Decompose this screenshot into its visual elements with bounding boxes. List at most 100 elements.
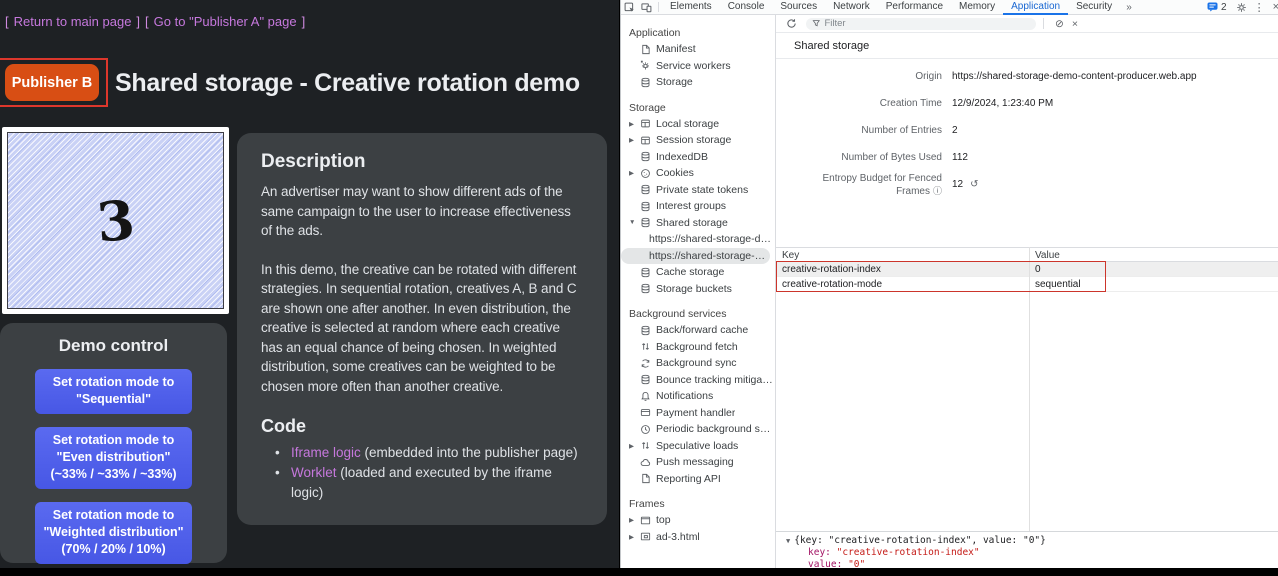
devtools-window: Elements Console Sources Network Perform…: [620, 0, 1278, 568]
service-worker-icon: [639, 60, 651, 72]
tab-elements[interactable]: Elements: [662, 0, 720, 15]
publisher-a-page-link[interactable]: Go to "Publisher A" page: [154, 14, 297, 29]
table-row-creative-rotation-mode[interactable]: creative-rotation-mode sequential: [776, 277, 1278, 292]
twisty-icon[interactable]: ▶: [629, 120, 639, 128]
device-toolbar-icon[interactable]: [640, 1, 653, 14]
sidebar-item-shared-storage-origin-1[interactable]: https://shared-storage-d…: [621, 231, 775, 248]
filter-input[interactable]: [824, 18, 1030, 29]
description-paragraph-2: In this demo, the creative can be rotate…: [261, 260, 583, 397]
sidebar-item-back-forward-cache[interactable]: Back/forward cache: [621, 322, 775, 339]
document-icon: [639, 473, 651, 485]
description-panel: Description An advertiser may want to sh…: [237, 133, 607, 525]
reset-budget-icon[interactable]: ↺: [970, 179, 978, 190]
sidebar-item-private-state-tokens[interactable]: Private state tokens: [621, 182, 775, 199]
twisty-icon[interactable]: ▶: [629, 533, 639, 541]
table-column-divider[interactable]: [1029, 247, 1030, 531]
tab-console[interactable]: Console: [720, 0, 773, 15]
tab-performance[interactable]: Performance: [878, 0, 951, 15]
preview-summary-row: ▼ {key: "creative-rotation-index", value…: [786, 535, 1278, 547]
sidebar-item-notifications[interactable]: Notifications: [621, 388, 775, 405]
worklet-link[interactable]: Worklet: [291, 465, 337, 480]
sidebar-item-frame-top[interactable]: ▶ top: [621, 512, 775, 529]
clock-icon: [639, 423, 651, 435]
menu-dots-icon[interactable]: ⋮: [1250, 1, 1269, 14]
filter-box[interactable]: [806, 18, 1036, 30]
sidebar-item-background-fetch[interactable]: Background fetch: [621, 339, 775, 356]
prop-value: "creative-rotation-index": [837, 547, 980, 558]
button-line: "Even distribution": [39, 449, 188, 466]
sidebar-item-push-messaging[interactable]: Push messaging: [621, 454, 775, 471]
sidebar-item-manifest[interactable]: Manifest: [621, 41, 775, 58]
tabbar-right-cluster: 2 ⋮ ×: [1207, 1, 1278, 14]
prop-name: value:: [808, 559, 842, 568]
meta-label: Origin: [776, 71, 942, 82]
iframe-logic-link[interactable]: Iframe logic: [291, 445, 361, 460]
sidebar-item-shared-storage[interactable]: ▼ Shared storage: [621, 215, 775, 232]
sidebar-item-interest-groups[interactable]: Interest groups: [621, 198, 775, 215]
sidebar-item-speculative-loads[interactable]: ▶ Speculative loads: [621, 438, 775, 455]
sidebar-item-shared-storage-origin-2[interactable]: https://shared-storage-d…: [621, 248, 770, 265]
refresh-icon[interactable]: [784, 17, 798, 31]
twisty-icon[interactable]: ▼: [629, 219, 639, 226]
ad-creative-frame[interactable]: 3: [2, 127, 229, 314]
issues-button[interactable]: 2: [1207, 2, 1227, 13]
demo-control-panel: Demo control Set rotation mode to "Seque…: [0, 323, 227, 563]
twisty-icon[interactable]: ▶: [629, 169, 639, 177]
column-header-key[interactable]: Key: [776, 248, 1029, 261]
delete-selected-icon[interactable]: ×: [1068, 18, 1082, 30]
tab-application[interactable]: Application: [1003, 0, 1068, 15]
set-weighted-distribution-button[interactable]: Set rotation mode to "Weighted distribut…: [35, 502, 192, 564]
issues-count: 2: [1221, 2, 1227, 13]
sidebar-item-local-storage[interactable]: ▶ Local storage: [621, 116, 775, 133]
publisher-page: [ Return to main page ] [ Go to "Publish…: [0, 0, 619, 568]
sidebar-item-service-workers[interactable]: Service workers: [621, 58, 775, 75]
clear-all-icon[interactable]: ⊘: [1051, 18, 1068, 30]
sidebar-item-frame-ad-3[interactable]: ▶ ad-3.html: [621, 529, 775, 546]
database-icon: [639, 266, 651, 278]
table-row-creative-rotation-index[interactable]: creative-rotation-index 0: [776, 262, 1278, 277]
column-header-value[interactable]: Value: [1029, 248, 1278, 261]
tab-security[interactable]: Security: [1068, 0, 1120, 15]
meta-value: 2: [952, 125, 958, 136]
frame-icon: [639, 514, 651, 526]
cookie-icon: [639, 167, 651, 179]
sidebar-item-storage[interactable]: Storage: [621, 74, 775, 91]
cell-key: creative-rotation-mode: [776, 277, 1029, 291]
sidebar-item-cache-storage[interactable]: Cache storage: [621, 264, 775, 281]
set-even-distribution-button[interactable]: Set rotation mode to "Even distribution"…: [35, 427, 192, 489]
sidebar-item-periodic-background-sync[interactable]: Periodic background s…: [621, 421, 775, 438]
sidebar-item-reporting-api[interactable]: Reporting API: [621, 471, 775, 488]
button-line: (70% / 20% / 10%): [39, 541, 188, 558]
close-devtools-icon[interactable]: ×: [1269, 1, 1278, 13]
tab-memory[interactable]: Memory: [951, 0, 1003, 15]
more-tabs-icon[interactable]: »: [1120, 2, 1138, 13]
tab-sources[interactable]: Sources: [772, 0, 825, 15]
sidebar-item-storage-buckets[interactable]: Storage buckets: [621, 281, 775, 298]
sidebar-item-background-sync[interactable]: Background sync: [621, 355, 775, 372]
return-main-page-link[interactable]: Return to main page: [14, 14, 132, 29]
settings-gear-icon[interactable]: [1235, 1, 1248, 14]
cell-value: sequential: [1029, 277, 1278, 291]
button-line: Set rotation mode to: [39, 507, 188, 524]
expand-twisty-icon[interactable]: ▼: [786, 535, 790, 547]
database-icon: [639, 283, 651, 295]
section-header-storage: Storage: [621, 100, 775, 116]
sidebar-item-indexeddb[interactable]: IndexedDB: [621, 149, 775, 166]
entry-preview-pane: ▼ {key: "creative-rotation-index", value…: [776, 531, 1278, 568]
sidebar-item-session-storage[interactable]: ▶ Session storage: [621, 132, 775, 149]
sidebar-item-payment-handler[interactable]: Payment handler: [621, 405, 775, 422]
twisty-icon[interactable]: ▶: [629, 136, 639, 144]
set-sequential-button[interactable]: Set rotation mode to "Sequential": [35, 369, 192, 414]
twisty-icon[interactable]: ▶: [629, 442, 639, 450]
code-title: Code: [261, 416, 583, 437]
document-icon: [639, 43, 651, 55]
meta-label: Number of Entries: [776, 125, 942, 136]
inspect-element-icon[interactable]: [623, 1, 636, 14]
twisty-icon[interactable]: ▶: [629, 516, 639, 524]
tab-network[interactable]: Network: [825, 0, 878, 15]
publisher-b-badge[interactable]: Publisher B: [5, 64, 99, 101]
sidebar-item-bounce-tracking-mitigations[interactable]: Bounce tracking mitiga…: [621, 372, 775, 389]
sidebar-item-cookies[interactable]: ▶ Cookies: [621, 165, 775, 182]
section-header-background-services: Background services: [621, 306, 775, 322]
info-icon[interactable]: ⓘ: [933, 186, 942, 196]
